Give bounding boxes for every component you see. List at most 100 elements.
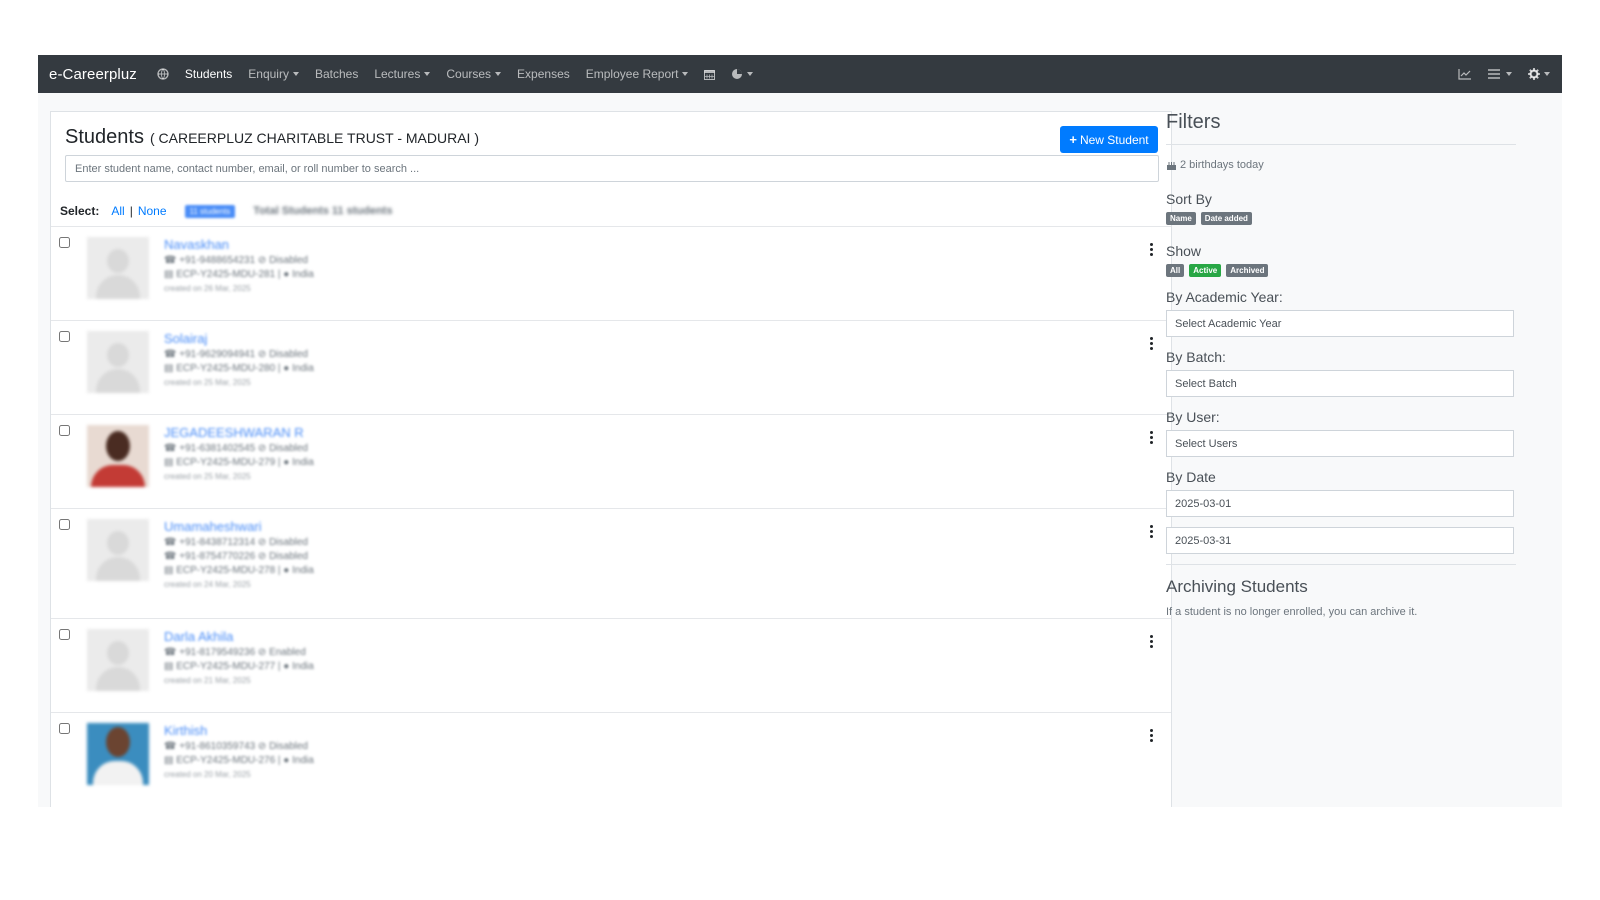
more-options-icon[interactable] (1150, 431, 1153, 444)
student-info: Navaskhan ☎ +91-9488654231 ⊘ Disabled ▤ … (164, 237, 314, 293)
student-roll: ▤ ECP-Y2425-MDU-278 | ● India (164, 565, 314, 576)
batch-label: By Batch: (1166, 349, 1226, 365)
gear-icon[interactable] (1528, 68, 1550, 80)
student-info: Umamaheshwari ☎ +91-8438712314 ⊘ Disable… (164, 519, 314, 589)
user-select[interactable]: Select Users (1166, 430, 1514, 457)
student-name-link[interactable]: Darla Akhila (164, 629, 314, 644)
student-info: Kirthish ☎ +91-8610359743 ⊘ Disabled ▤ E… (164, 723, 314, 779)
nav-enquiry[interactable]: Enquiry (248, 67, 299, 81)
sort-by-heading: Sort By (1166, 191, 1212, 207)
app-frame: e-Careerpluz Students Enquiry Batches Le… (38, 55, 1562, 807)
show-active-badge[interactable]: Active (1189, 264, 1222, 277)
select-row: Select: All | None 11 students Total Stu… (60, 204, 392, 218)
student-created: created on 24 Mar, 2025 (164, 580, 251, 589)
more-options-icon[interactable] (1150, 525, 1153, 538)
student-info: Solairaj ☎ +91-9629094941 ⊘ Disabled ▤ E… (164, 331, 314, 387)
more-options-icon[interactable] (1150, 337, 1153, 350)
calendar-icon[interactable] (704, 69, 716, 80)
student-roll: ▤ ECP-Y2425-MDU-277 | ● India (164, 661, 314, 672)
student-name-link[interactable]: Solairaj (164, 331, 314, 346)
list-menu-icon[interactable] (1488, 69, 1512, 79)
row-checkbox[interactable] (59, 629, 70, 640)
search-input[interactable] (65, 155, 1159, 182)
student-name-link[interactable]: JEGADEESHWARAN R (164, 425, 314, 440)
row-checkbox[interactable] (59, 519, 70, 530)
total-students-text: Total Students 11 students (253, 205, 393, 217)
student-info: JEGADEESHWARAN R ☎ +91-6381402545 ⊘ Disa… (164, 425, 314, 481)
sort-date-badge[interactable]: Date added (1200, 212, 1252, 225)
more-options-icon[interactable] (1150, 243, 1153, 256)
student-phone: ☎ +91-8179549236 ⊘ Enabled (164, 647, 306, 658)
row-checkbox[interactable] (59, 723, 70, 734)
filters-panel: Filters 2 birthdays today Sort By Name D… (1166, 111, 1516, 618)
show-badges: All Active Archived (1166, 264, 1516, 277)
student-row[interactable]: Kirthish ☎ +91-8610359743 ⊘ Disabled ▤ E… (51, 712, 1171, 806)
student-row[interactable]: Umamaheshwari ☎ +91-8438712314 ⊘ Disable… (51, 508, 1171, 618)
chevron-down-icon (682, 72, 689, 76)
academic-year-select[interactable]: Select Academic Year (1166, 310, 1514, 337)
row-checkbox[interactable] (59, 331, 70, 342)
more-options-icon[interactable] (1150, 729, 1153, 742)
student-row[interactable]: Solairaj ☎ +91-9629094941 ⊘ Disabled ▤ E… (51, 320, 1171, 414)
student-name-link[interactable]: Umamaheshwari (164, 519, 314, 534)
nav-batches[interactable]: Batches (315, 67, 358, 81)
birthdays-info[interactable]: 2 birthdays today (1166, 159, 1516, 171)
batch-select[interactable]: Select Batch (1166, 370, 1514, 397)
show-archived-badge[interactable]: Archived (1226, 264, 1269, 277)
chevron-down-icon (424, 72, 431, 76)
select-all-link[interactable]: All (111, 204, 124, 218)
avatar (87, 331, 149, 393)
chevron-down-icon (495, 72, 502, 76)
nav-expenses[interactable]: Expenses (517, 67, 570, 81)
show-all-badge[interactable]: All (1166, 264, 1185, 277)
date-from-input[interactable]: 2025-03-01 (1166, 490, 1514, 517)
row-checkbox[interactable] (59, 237, 70, 248)
student-row[interactable]: Navaskhan ☎ +91-9488654231 ⊘ Disabled ▤ … (51, 226, 1171, 320)
student-name-link[interactable]: Kirthish (164, 723, 314, 738)
students-panel: Students ( CAREERPLUZ CHARITABLE TRUST -… (50, 111, 1172, 807)
globe-icon[interactable] (157, 68, 169, 80)
date-to-input[interactable]: 2025-03-31 (1166, 527, 1514, 554)
student-phone: ☎ +91-9488654231 ⊘ Disabled (164, 255, 308, 266)
chevron-down-icon (747, 72, 754, 76)
sort-badges: Name Date added (1166, 212, 1516, 225)
new-student-button[interactable]: + New Student (1060, 126, 1158, 153)
nav-students[interactable]: Students (185, 67, 232, 81)
sort-name-badge[interactable]: Name (1166, 212, 1196, 225)
avatar (87, 723, 149, 785)
student-row[interactable]: JEGADEESHWARAN R ☎ +91-6381402545 ⊘ Disa… (51, 414, 1171, 508)
row-checkbox[interactable] (59, 425, 70, 436)
student-name-link[interactable]: Navaskhan (164, 237, 314, 252)
student-created: created on 25 Mar, 2025 (164, 472, 251, 481)
pie-chart-icon[interactable] (731, 68, 754, 80)
avatar (87, 425, 149, 487)
chevron-down-icon (292, 72, 299, 76)
date-label: By Date (1166, 469, 1216, 485)
nav-expenses-label: Expenses (517, 67, 570, 81)
student-created: created on 21 Mar, 2025 (164, 676, 251, 685)
student-info: Darla Akhila ☎ +91-8179549236 ⊘ Enabled … (164, 629, 314, 685)
student-created: created on 25 Mar, 2025 (164, 378, 251, 387)
nav-courses[interactable]: Courses (446, 67, 502, 81)
nav-employee-report[interactable]: Employee Report (586, 67, 689, 81)
user-label: By User: (1166, 409, 1220, 425)
student-created: created on 26 Mar, 2025 (164, 284, 251, 293)
nav-batches-label: Batches (314, 67, 359, 81)
brand-logo[interactable]: e-Careerpluz (49, 66, 137, 83)
avatar (87, 629, 149, 691)
filters-title: Filters (1166, 111, 1516, 145)
student-row[interactable]: Darla Akhila ☎ +91-8179549236 ⊘ Enabled … (51, 618, 1171, 712)
select-none-link[interactable]: None (138, 204, 167, 218)
chart-line-icon[interactable] (1458, 68, 1472, 80)
student-phone: ☎ +91-8610359743 ⊘ Disabled (164, 741, 308, 752)
nav-students-label: Students (184, 67, 233, 81)
chevron-down-icon (1544, 72, 1550, 76)
more-options-icon[interactable] (1150, 635, 1153, 648)
nav-employee-report-label: Employee Report (585, 67, 679, 81)
student-phone: ☎ +91-9629094941 ⊘ Disabled (164, 349, 308, 360)
student-list: Navaskhan ☎ +91-9488654231 ⊘ Disabled ▤ … (51, 226, 1171, 806)
navbar: e-Careerpluz Students Enquiry Batches Le… (38, 55, 1562, 93)
avatar (87, 237, 149, 299)
nav-lectures[interactable]: Lectures (374, 67, 431, 81)
plus-icon: + (1069, 132, 1077, 147)
